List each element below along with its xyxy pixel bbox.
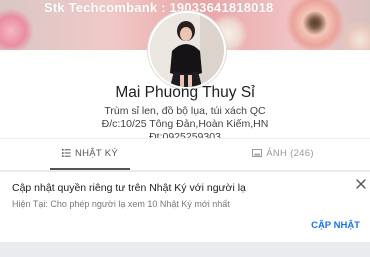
- page-background: [0, 242, 370, 257]
- cover-flower-right: [286, 0, 344, 50]
- avatar-photo: [150, 13, 224, 87]
- avatar[interactable]: [148, 11, 226, 89]
- privacy-notice-card: Cập nhật quyền riêng tư trên Nhật Ký với…: [0, 172, 370, 242]
- list-icon: [61, 149, 71, 157]
- person-silhouette-icon: [150, 13, 224, 87]
- cover-flower-left: [0, 8, 34, 50]
- update-button[interactable]: CẬP NHẬT: [311, 220, 360, 231]
- tab-diary[interactable]: NHẬT KÝ: [50, 139, 130, 170]
- photo-icon: [252, 149, 263, 157]
- profile-bio-line-2: Đ/c:10/25 Tông Đản,Hoàn Kiếm,HN: [101, 118, 269, 130]
- profile-bio-line-1: Trùm sỉ len, đồ bộ lụa, túi xách QC: [104, 105, 266, 117]
- cover-flower-far-right: [340, 20, 370, 50]
- profile-tabs: NHẬT KÝ ẢNH (246): [0, 138, 370, 170]
- privacy-notice-title: Cập nhật quyền riêng tư trên Nhật Ký với…: [12, 182, 246, 194]
- close-icon[interactable]: [354, 177, 368, 191]
- cover-banner-text: Stk Techcombank : 19033641818018: [44, 0, 274, 15]
- profile-name: Mai Phuong Thuy Sỉ: [115, 84, 255, 101]
- tab-photos-label: ẢNH (246): [266, 148, 314, 159]
- privacy-notice-subtitle: Hiện Tại: Cho phép người lạ xem 10 Nhật …: [12, 199, 230, 209]
- tab-photos[interactable]: ẢNH (246): [243, 139, 323, 168]
- tab-diary-label: NHẬT KÝ: [74, 148, 119, 159]
